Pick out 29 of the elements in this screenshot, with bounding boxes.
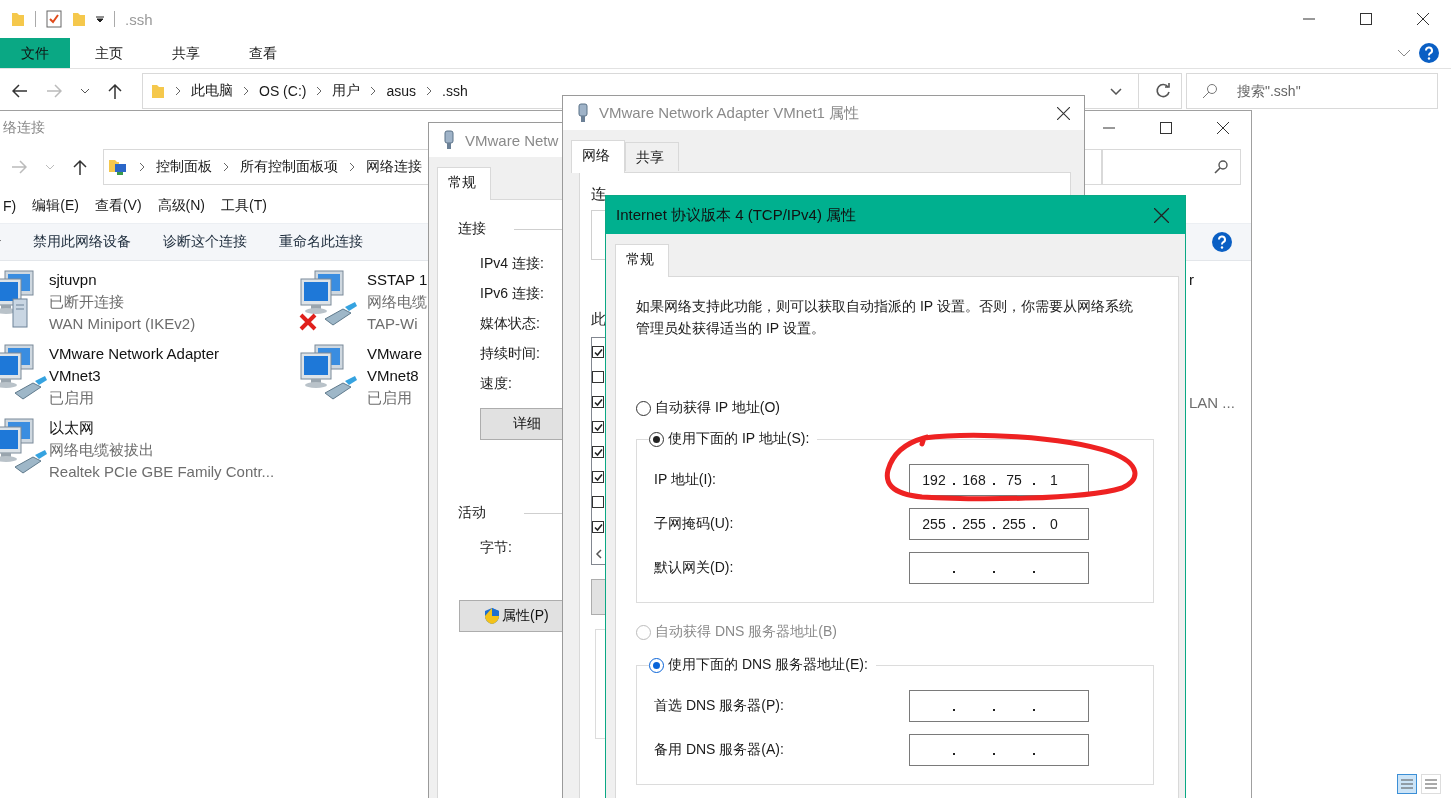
window-title: Internet 协议版本 4 (TCP/IPv4) 属性	[616, 205, 857, 225]
field-label: 速度:	[480, 374, 512, 393]
device-name: Realtek PCIe GBE Family Contr...	[49, 462, 275, 482]
section-heading: 连接	[458, 220, 486, 238]
field-label: 首选 DNS 服务器(P):	[654, 697, 785, 715]
window-title: VMware Netw	[465, 131, 559, 149]
field-label: 字节:	[480, 538, 512, 557]
window-title: .ssh	[125, 10, 153, 28]
field-label: 媒体状态:	[480, 314, 540, 333]
connection-status: 网络电缆被拔出	[49, 440, 155, 460]
connection-status: 已启用	[49, 388, 95, 408]
device-name: LAN ...	[1189, 393, 1235, 413]
connection-status: 网络电缆	[367, 292, 428, 312]
field-label: 默认网关(D):	[654, 559, 735, 577]
section-heading: 活动	[458, 504, 486, 522]
device-name: TAP-Wi	[367, 314, 419, 334]
field-label: IP 地址(I):	[654, 471, 717, 489]
window-title: 络连接	[2, 119, 45, 137]
connection-status: 已启用	[367, 388, 413, 408]
field-label: 备用 DNS 服务器(A):	[654, 741, 785, 759]
field-label: 持续时间:	[480, 344, 540, 363]
field-label: 此	[591, 310, 606, 329]
connection-status: 已断开连接	[49, 292, 125, 312]
description-text: 如果网络支持此功能，则可以获取自动指派的 IP 设置。否则，你需要从网络系统管理员处获得适当的 IP 设置。	[636, 297, 1134, 338]
field-label: IPv6 连接:	[480, 284, 544, 303]
field-label: 子网掩码(U):	[654, 515, 735, 533]
field-label: 连	[591, 185, 606, 204]
field-label: IPv4 连接:	[480, 254, 544, 273]
device-name: WAN Miniport (IKEv2)	[49, 314, 196, 334]
